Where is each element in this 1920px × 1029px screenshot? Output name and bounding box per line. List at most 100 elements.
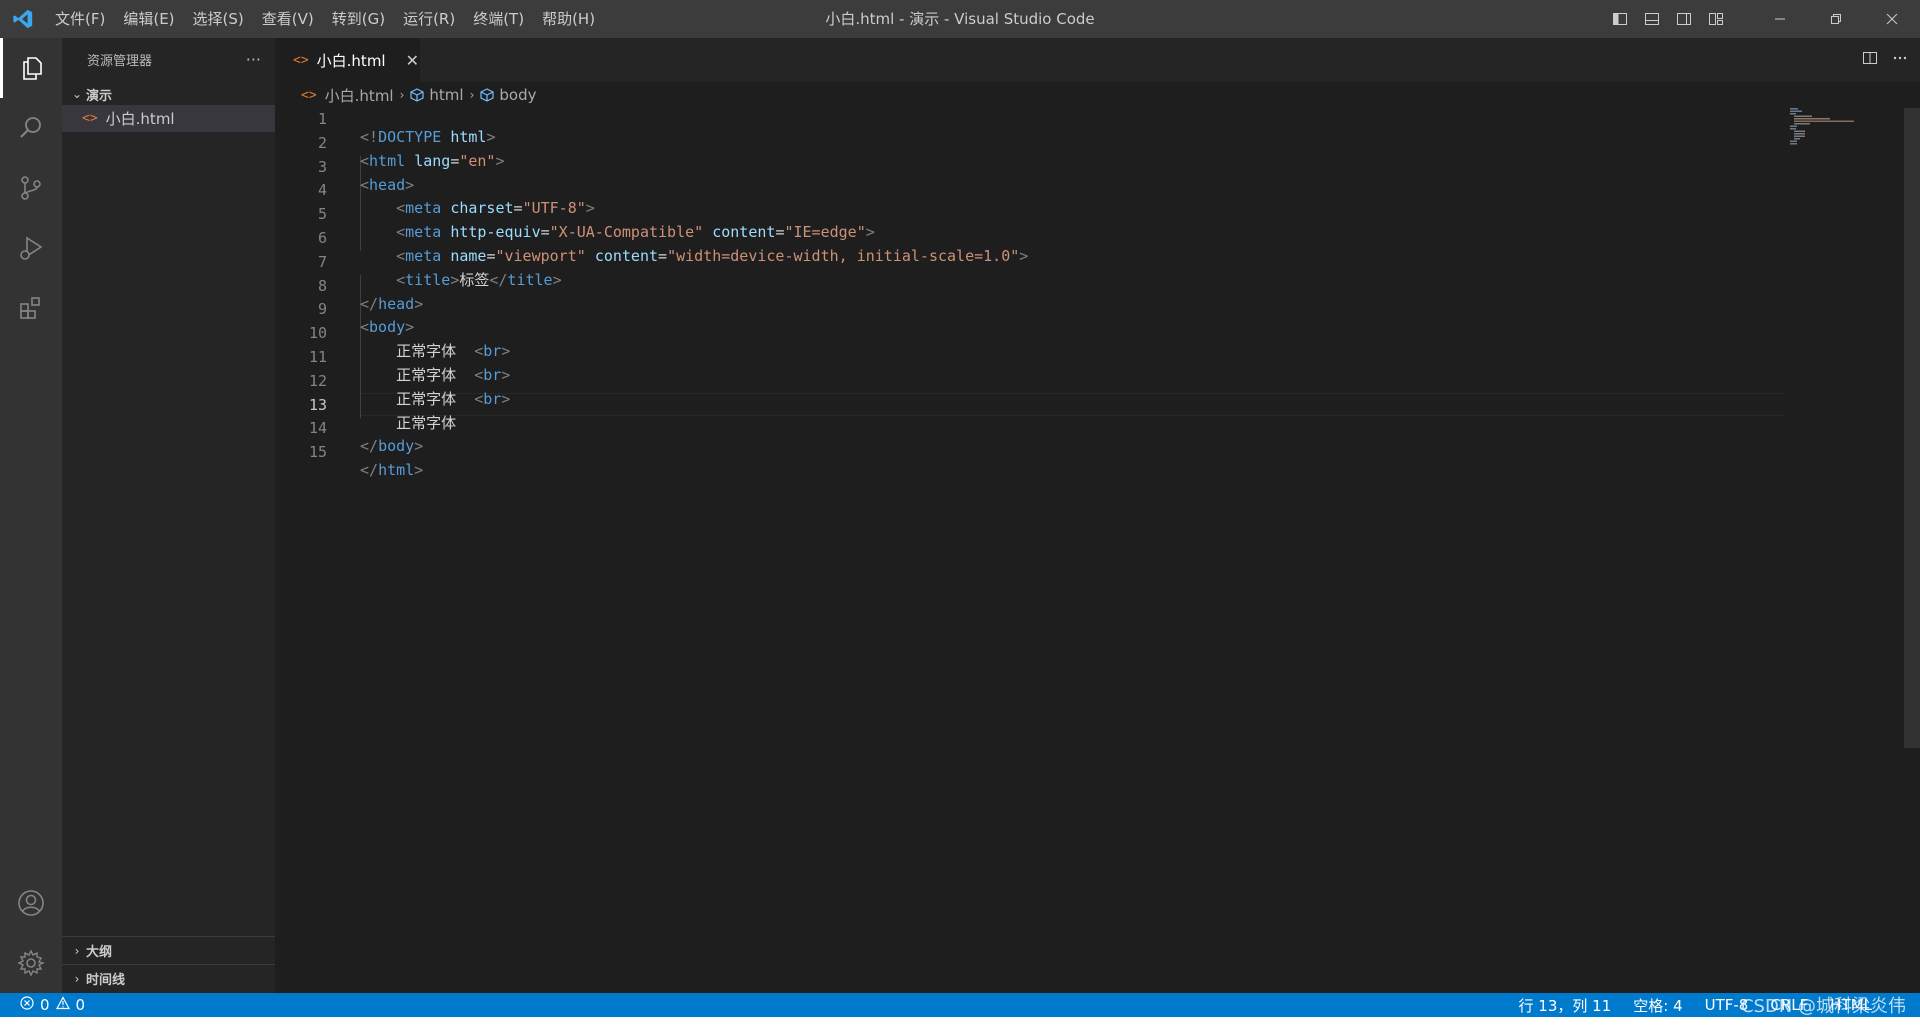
toggle-secondary-sidebar-icon[interactable] — [1668, 0, 1700, 38]
explorer-header: 资源管理器 ··· — [62, 38, 275, 80]
breadcrumb-file[interactable]: 小白.html — [325, 85, 394, 106]
line-number: 7 — [317, 252, 327, 271]
tab-xiaobai-html[interactable]: <> 小白.html ✕ — [275, 38, 420, 82]
menu-edit[interactable]: 编辑(E) — [114, 0, 183, 38]
problems-indicator[interactable]: 0 0 — [0, 996, 85, 1014]
timeline-section[interactable]: › 时间线 — [62, 964, 275, 992]
line-number: 3 — [317, 157, 327, 176]
run-debug-icon[interactable] — [0, 218, 62, 278]
line-number: 12 — [308, 371, 327, 390]
menu-help[interactable]: 帮助(H) — [533, 0, 604, 38]
taskbar-edge — [0, 1017, 1920, 1029]
symbol-element-icon — [480, 88, 494, 102]
status-bar: 0 0 行 13，列 11 空格: 4 UTF-8 CRLF HTML — [0, 993, 1920, 1017]
error-count: 0 — [40, 996, 50, 1014]
menu-run[interactable]: 运行(R) — [394, 0, 464, 38]
extensions-icon[interactable] — [0, 278, 62, 338]
code-line: <html lang="en"> — [360, 151, 505, 170]
body-text: 正常字体 — [396, 389, 457, 408]
toggle-primary-sidebar-icon[interactable] — [1604, 0, 1636, 38]
warning-count: 0 — [75, 996, 86, 1014]
menu-go[interactable]: 转到(G) — [323, 0, 394, 38]
editor-actions — [1862, 38, 1908, 82]
folder-name: 演示 — [86, 88, 113, 104]
html-file-icon: <> — [293, 52, 309, 68]
menu-terminal[interactable]: 终端(T) — [464, 0, 533, 38]
settings-gear-icon[interactable] — [0, 933, 62, 993]
vertical-scrollbar[interactable] — [1904, 108, 1920, 748]
split-editor-icon[interactable] — [1862, 50, 1878, 70]
menu-view[interactable]: 查看(V) — [253, 0, 323, 38]
line-number: 14 — [308, 419, 327, 438]
tab-close-button[interactable]: ✕ — [406, 51, 419, 70]
code-line: 正常字体 — [360, 412, 1028, 436]
chevron-right-icon: › — [469, 88, 475, 102]
indentation[interactable]: 空格: 4 — [1633, 995, 1682, 1016]
line-number: 6 — [317, 228, 327, 247]
body-text: 正常字体 — [396, 413, 457, 432]
chevron-right-icon: › — [74, 943, 80, 958]
title-bar: 文件(F) 编辑(E) 选择(S) 查看(V) 转到(G) 运行(R) 终端(T… — [0, 0, 1920, 38]
toggle-panel-icon[interactable] — [1636, 0, 1668, 38]
code-line: <head> — [360, 175, 415, 194]
code-line: <title>标签</title> — [396, 270, 562, 289]
line-number: 8 — [317, 276, 327, 295]
error-icon — [20, 996, 34, 1014]
explorer-icon[interactable] — [0, 38, 62, 98]
activity-bar — [0, 38, 62, 993]
minimize-icon[interactable] — [1752, 0, 1808, 38]
code-line: <!DOCTYPE html> — [360, 128, 496, 146]
editor-tab-bar: <> 小白.html ✕ — [275, 38, 1920, 82]
tab-label: 小白.html — [316, 51, 386, 70]
vscode-logo-icon — [0, 0, 46, 38]
more-actions-icon[interactable] — [1892, 50, 1908, 70]
menu-bar: 文件(F) 编辑(E) 选择(S) 查看(V) 转到(G) 运行(R) 终端(T… — [46, 0, 604, 38]
search-icon[interactable] — [0, 98, 62, 158]
line-number: 11 — [308, 347, 327, 366]
outline-label: 大纲 — [86, 945, 113, 960]
accounts-icon[interactable] — [0, 873, 62, 933]
code-line: 正常字体 <br> — [396, 365, 511, 384]
outline-section[interactable]: › 大纲 — [62, 936, 275, 964]
explorer-title: 资源管理器 — [87, 53, 153, 69]
code-line: </body> — [360, 437, 424, 456]
close-window-icon[interactable] — [1864, 0, 1920, 38]
code-editor[interactable]: 1 2 3 4 5 6 7 8 9 10 11 12 13 14 15 <!DO… — [275, 108, 1920, 993]
title-text: 标签 — [459, 270, 490, 289]
breadcrumb-html[interactable]: html — [429, 86, 463, 104]
code-line: <meta name="viewport" content="width=dev… — [396, 246, 1029, 265]
line-number: 1 — [317, 110, 327, 128]
explorer-sidebar: 资源管理器 ··· ⌄ 演示 <> 小白.html › 大纲 › 时间线 — [62, 38, 275, 993]
breadcrumb-body[interactable]: body — [499, 86, 536, 104]
explorer-more-actions-button[interactable]: ··· — [246, 50, 261, 69]
line-number-current: 13 — [308, 395, 327, 414]
code-line: <body> — [360, 318, 415, 337]
window-controls — [1604, 0, 1920, 38]
source-control-icon[interactable] — [0, 158, 62, 218]
file-item[interactable]: <> 小白.html — [62, 105, 275, 132]
menu-file[interactable]: 文件(F) — [46, 0, 114, 38]
code-line: </head> — [360, 294, 424, 313]
menu-selection[interactable]: 选择(S) — [184, 0, 253, 38]
cursor-position[interactable]: 行 13，列 11 — [1519, 995, 1612, 1016]
restore-icon[interactable] — [1808, 0, 1864, 38]
html-file-icon: <> — [82, 111, 98, 126]
breadcrumb: <> 小白.html › html › body — [275, 82, 537, 108]
code-line: <meta http-equiv="X-UA-Compatible" conte… — [396, 223, 875, 242]
file-name: 小白.html — [105, 110, 175, 128]
folder-row[interactable]: ⌄ 演示 — [62, 83, 275, 105]
code-line: 正常字体 <br> — [396, 389, 511, 408]
line-number-gutter: 1 2 3 4 5 6 7 8 9 10 11 12 13 14 15 — [275, 108, 327, 465]
html-file-icon: <> — [301, 87, 317, 103]
chevron-down-icon: ⌄ — [71, 87, 83, 101]
line-number: 15 — [308, 443, 327, 462]
customize-layout-icon[interactable] — [1700, 0, 1732, 38]
line-number: 10 — [308, 324, 327, 343]
code-line: 正常字体 <br> — [396, 342, 511, 361]
line-number: 2 — [317, 133, 327, 152]
line-number: 4 — [317, 181, 327, 200]
code-text: <!DOCTYPE html> <html lang="en"> <head> <m… — [360, 108, 1028, 519]
body-text: 正常字体 — [396, 342, 457, 361]
code-line: </html> — [360, 461, 424, 480]
minimap[interactable] — [1790, 108, 1870, 148]
